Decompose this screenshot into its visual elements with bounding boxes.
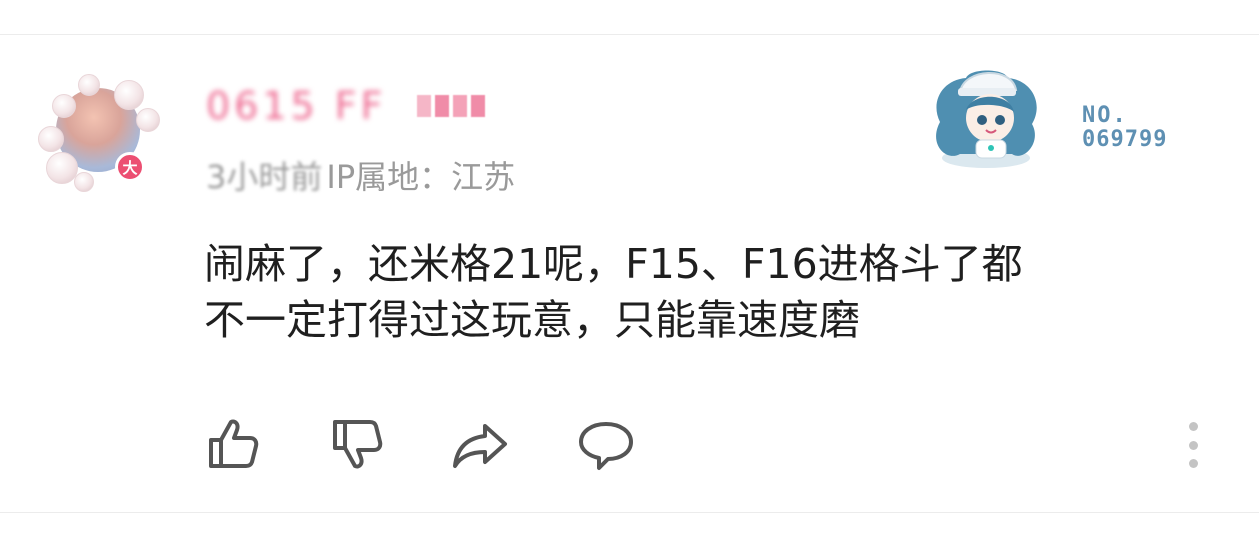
redaction-block xyxy=(452,95,467,117)
top-divider xyxy=(0,34,1259,35)
more-vertical-icon xyxy=(1188,459,1198,468)
avatar-frame-flower xyxy=(52,94,76,118)
comment-meta: 3小时前 IP属地：江苏 xyxy=(206,152,515,198)
username-text: 0615 FF xyxy=(206,84,387,128)
level-badge: 大 xyxy=(115,152,145,182)
dislike-button[interactable] xyxy=(324,414,388,474)
thumbs-up-icon xyxy=(209,419,259,468)
username-redaction xyxy=(416,95,485,117)
avatar-frame-flower xyxy=(114,80,144,110)
share-button[interactable] xyxy=(448,414,512,474)
ip-location: IP属地：江苏 xyxy=(326,158,516,196)
avatar-frame-flower xyxy=(38,126,64,152)
comment-text: 闹麻了，还米格21呢，F15、F16进格斗了都 不一定打得过这玩意，只能靠速度磨 xyxy=(204,236,1204,348)
bottom-divider xyxy=(0,512,1259,513)
thumbs-down-icon xyxy=(333,420,383,469)
redaction-block xyxy=(470,95,485,117)
sticker-number-value: 069799 xyxy=(1082,127,1168,152)
sticker-number: NO. 069799 xyxy=(1082,104,1167,152)
avatar-frame-flower xyxy=(136,108,160,132)
comment-line: 不一定打得过这玩意，只能靠速度磨 xyxy=(204,296,860,344)
redaction-block xyxy=(416,95,431,117)
avatar-frame-flower xyxy=(78,74,100,96)
comment-line: 闹麻了，还米格21呢，F15、F16进格斗了都 xyxy=(204,240,1023,288)
sticker-number-label: NO. xyxy=(1082,103,1128,128)
comment-time: 3小时前 xyxy=(206,158,323,196)
reply-button[interactable] xyxy=(574,414,638,474)
more-vertical-icon xyxy=(1188,440,1198,450)
more-options-button[interactable] xyxy=(1176,418,1210,472)
share-arrow-icon xyxy=(453,424,507,468)
avatar-frame-flower xyxy=(74,172,94,192)
more-vertical-icon xyxy=(1188,422,1198,431)
anime-girl-sticker-icon xyxy=(920,62,1052,172)
username[interactable]: 0615 FF xyxy=(206,84,485,128)
redaction-block xyxy=(434,95,449,117)
avatar[interactable]: 大 xyxy=(38,74,162,192)
chat-bubble-icon xyxy=(579,422,633,470)
like-button[interactable] xyxy=(200,414,264,474)
